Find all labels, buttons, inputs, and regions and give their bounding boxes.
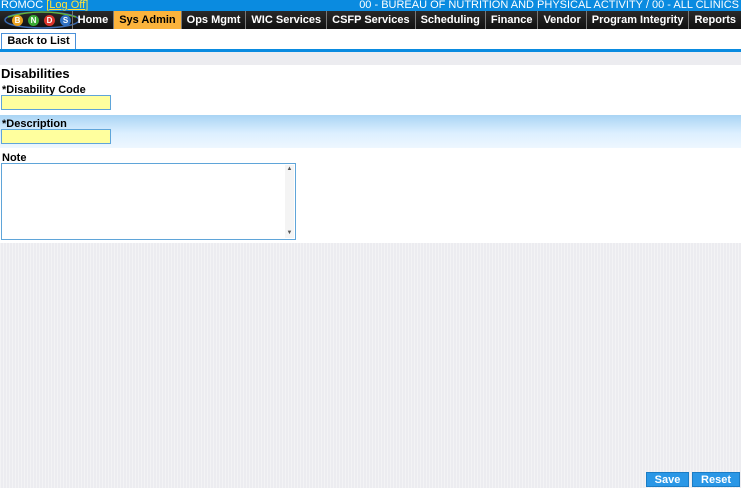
- tab-ops-mgmt[interactable]: Ops Mgmt: [180, 11, 246, 29]
- tab-vendor[interactable]: Vendor: [537, 11, 585, 29]
- note-textarea[interactable]: ▲ ▼: [1, 163, 296, 240]
- tab-csfp-services[interactable]: CSFP Services: [326, 11, 414, 29]
- clinic-label: 00 - BUREAU OF NUTRITION AND PHYSICAL AC…: [359, 0, 739, 11]
- toolbar: [0, 29, 741, 49]
- tab-reports[interactable]: Reports: [688, 11, 741, 29]
- logo-letter: N: [28, 15, 39, 26]
- disability-code-input[interactable]: [1, 95, 111, 110]
- spacer: [0, 52, 741, 65]
- logo-letter: B: [12, 15, 23, 26]
- user-info: ROMOC [Log Off]: [1, 0, 89, 11]
- tab-sys-admin[interactable]: Sys Admin: [113, 11, 181, 29]
- app-logo: B N D S: [2, 11, 80, 29]
- save-button[interactable]: Save: [646, 472, 689, 487]
- logo-letter: S: [60, 15, 71, 26]
- note-scrollbar[interactable]: ▲ ▼: [285, 165, 294, 238]
- form-row-highlight: [0, 115, 741, 148]
- back-to-list-button[interactable]: Back to List: [1, 33, 76, 50]
- scroll-down-icon[interactable]: ▼: [285, 229, 294, 238]
- top-status-bar: ROMOC [Log Off] 00 - BUREAU OF NUTRITION…: [0, 0, 741, 11]
- logo-letter: D: [44, 15, 55, 26]
- scroll-up-icon[interactable]: ▲: [285, 165, 294, 174]
- tab-scheduling[interactable]: Scheduling: [414, 11, 485, 29]
- main-tabs: Home Sys Admin Ops Mgmt WIC Services CSF…: [71, 11, 741, 29]
- username: ROMOC: [1, 0, 44, 11]
- log-off-link[interactable]: Log Off: [49, 0, 85, 11]
- tab-program-integrity[interactable]: Program Integrity: [585, 11, 689, 29]
- tab-finance[interactable]: Finance: [484, 11, 538, 29]
- description-input[interactable]: [1, 129, 111, 144]
- reset-button[interactable]: Reset: [692, 472, 740, 487]
- tab-home[interactable]: Home: [71, 11, 114, 29]
- tab-wic-services[interactable]: WIC Services: [245, 11, 326, 29]
- page-title: Disabilities: [1, 66, 70, 81]
